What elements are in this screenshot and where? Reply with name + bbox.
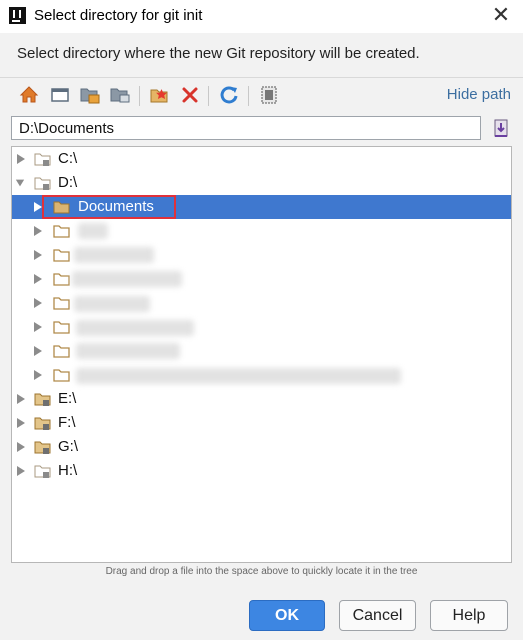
drive-label: H:\ (58, 462, 78, 479)
toolbar-separator (139, 86, 140, 106)
toolbar-separator (208, 86, 209, 106)
drag-drop-hint: Drag and drop a file into the space abov… (105, 566, 418, 577)
toolbar-separator (248, 86, 249, 106)
folder-icon (53, 321, 70, 334)
expand-arrow-icon[interactable] (33, 273, 43, 285)
tree-row-drive-f[interactable]: F:\ (12, 411, 511, 435)
drive-icon (34, 417, 51, 430)
divider (0, 77, 523, 78)
expand-arrow-icon[interactable] (16, 465, 26, 477)
dialog-description: Select directory where the new Git repos… (0, 33, 523, 77)
module-folder-icon[interactable] (109, 84, 131, 106)
tree-row-obscured[interactable] (12, 219, 511, 243)
expand-arrow-icon[interactable] (33, 321, 43, 333)
project-folder-icon[interactable] (79, 84, 101, 106)
tree-row-drive-c[interactable]: C:\ (12, 147, 511, 171)
path-input[interactable] (11, 116, 481, 140)
folder-icon (53, 369, 70, 382)
tree-row-obscured[interactable] (12, 339, 511, 363)
desktop-icon[interactable] (49, 84, 71, 106)
tree-row-obscured[interactable] (12, 363, 511, 387)
close-icon[interactable]: ✕ (489, 3, 513, 27)
obscured-label (78, 223, 108, 239)
drive-icon (34, 441, 51, 454)
expand-arrow-icon[interactable] (16, 417, 26, 429)
expand-arrow-icon[interactable] (33, 369, 43, 381)
expand-arrow-icon[interactable] (16, 393, 26, 405)
title-bar: Select directory for git init ✕ (0, 0, 523, 33)
expand-arrow-icon[interactable] (16, 153, 26, 165)
collapse-arrow-icon[interactable] (15, 177, 25, 189)
drive-label: E:\ (58, 390, 77, 407)
expand-arrow-icon[interactable] (16, 441, 26, 453)
drive-icon (34, 465, 51, 478)
home-icon[interactable] (18, 84, 40, 106)
refresh-icon[interactable] (218, 84, 240, 106)
obscured-label (74, 247, 154, 263)
tree-row-obscured[interactable] (12, 291, 511, 315)
intellij-app-icon (9, 7, 26, 24)
path-history-icon[interactable] (490, 116, 512, 140)
obscured-label (76, 320, 194, 336)
show-hidden-icon[interactable] (258, 84, 280, 106)
drive-label: F:\ (58, 414, 76, 431)
drive-label: D:\ (58, 174, 78, 191)
expand-arrow-icon[interactable] (33, 249, 43, 261)
tree-row-drive-h[interactable]: H:\ (12, 459, 511, 483)
hide-path-link[interactable]: Hide path (447, 86, 511, 103)
tree-row-obscured[interactable] (12, 315, 511, 339)
expand-arrow-icon[interactable] (33, 225, 43, 237)
tree-row-drive-d[interactable]: D:\ (12, 171, 511, 195)
help-button[interactable]: Help (430, 600, 508, 631)
folder-icon (53, 297, 70, 310)
folder-icon (53, 345, 70, 358)
obscured-label (72, 271, 182, 287)
tree-row-drive-g[interactable]: G:\ (12, 435, 511, 459)
drive-icon (34, 153, 51, 166)
folder-icon (53, 273, 70, 286)
cancel-button[interactable]: Cancel (339, 600, 416, 631)
drive-label: G:\ (58, 438, 79, 455)
obscured-label (74, 296, 150, 312)
tree-row-obscured[interactable] (12, 243, 511, 267)
tree-row-obscured[interactable] (12, 267, 511, 291)
description-text: Select directory where the new Git repos… (17, 45, 420, 62)
selection-highlight-box (42, 195, 176, 219)
drive-icon (34, 177, 51, 190)
window-title: Select directory for git init (34, 7, 203, 24)
directory-tree[interactable]: C:\ D:\ Documents E:\ F:\ G:\ H:\ (11, 146, 512, 563)
obscured-label (76, 343, 180, 359)
new-folder-icon[interactable] (149, 84, 171, 106)
expand-arrow-icon[interactable] (33, 297, 43, 309)
obscured-label (76, 368, 401, 384)
drive-icon (34, 393, 51, 406)
expand-arrow-icon[interactable] (33, 345, 43, 357)
ok-button[interactable]: OK (249, 600, 325, 631)
delete-icon[interactable] (179, 84, 201, 106)
drive-label: C:\ (58, 150, 78, 167)
folder-icon (53, 249, 70, 262)
folder-icon (53, 225, 70, 238)
tree-row-drive-e[interactable]: E:\ (12, 387, 511, 411)
